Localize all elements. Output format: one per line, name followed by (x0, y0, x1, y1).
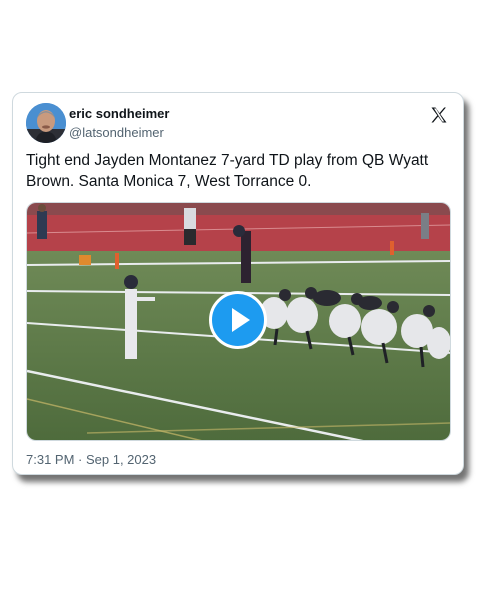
play-button[interactable] (209, 291, 267, 349)
tweet-timestamp[interactable]: 7:31 PM · Sep 1, 2023 (26, 452, 156, 467)
play-icon (232, 308, 250, 332)
x-logo-icon[interactable] (429, 105, 449, 125)
tweet-card[interactable]: eric sondheimer @latsondheimer Tight end… (12, 92, 464, 475)
author-display-name[interactable]: eric sondheimer (69, 106, 169, 121)
tweet-text: Tight end Jayden Montanez 7-yard TD play… (26, 152, 429, 190)
avatar-image (26, 103, 66, 143)
video-player[interactable] (26, 202, 451, 441)
author-handle[interactable]: @latsondheimer (69, 125, 164, 140)
avatar[interactable] (26, 103, 66, 143)
